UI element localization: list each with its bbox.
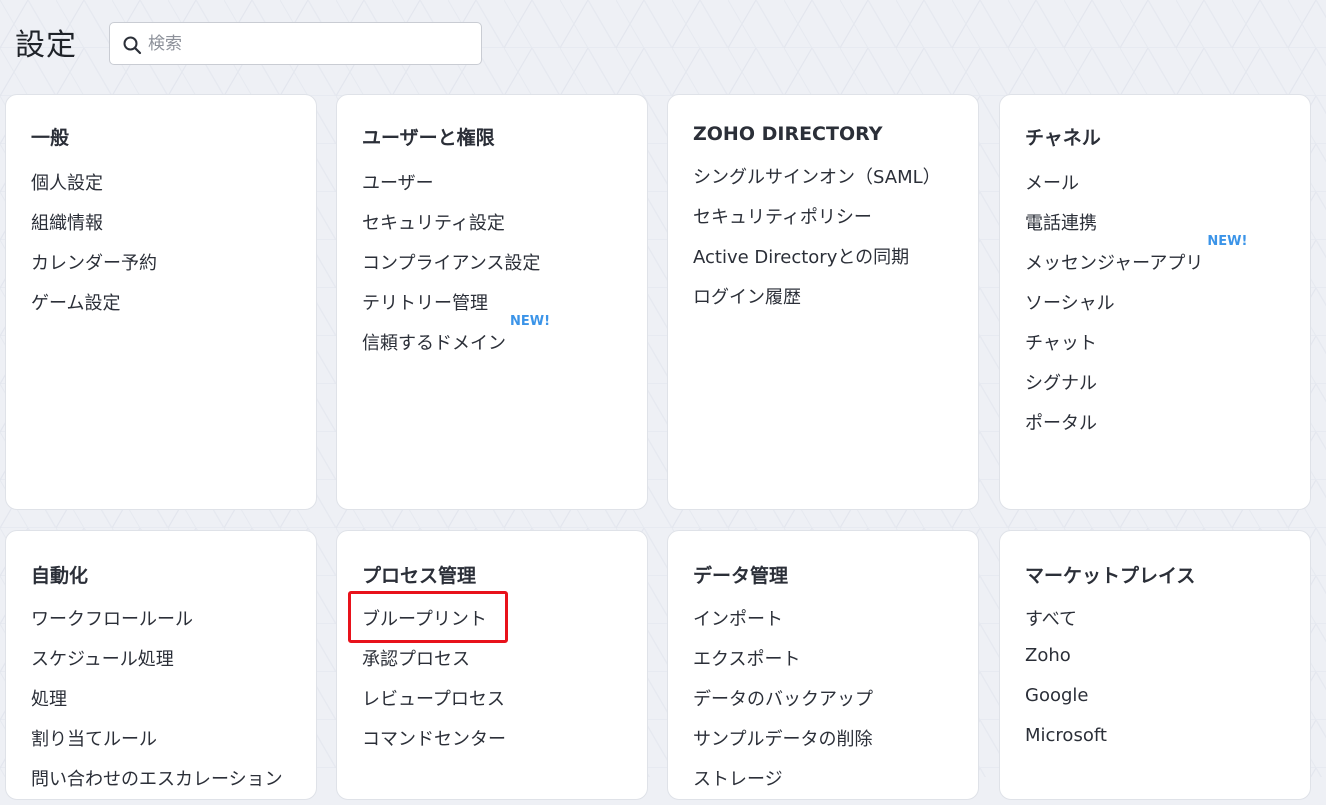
settings-link-review-process[interactable]: レビュープロセス	[362, 685, 506, 725]
settings-link-ad-sync[interactable]: Active Directoryとの同期	[693, 243, 941, 283]
settings-link-export[interactable]: エクスポート	[693, 645, 873, 685]
page-title: 設定	[15, 28, 77, 63]
settings-link-chat[interactable]: チャット	[1025, 329, 1203, 369]
card-title: マーケットプレイス	[1025, 565, 1196, 587]
card-item-list: インポート エクスポート データのバックアップ サンプルデータの削除 ストレージ	[693, 605, 873, 805]
card-item-list: ブループリント 承認プロセス レビュープロセス コマンドセンター	[362, 605, 506, 765]
search-box[interactable]	[109, 22, 482, 65]
card-title: ZOHO DIRECTORY	[693, 123, 883, 145]
settings-link-import[interactable]: インポート	[693, 605, 873, 645]
settings-link-remove-sample-data[interactable]: サンプルデータの削除	[693, 725, 873, 765]
settings-link-blueprint[interactable]: ブループリント	[362, 605, 506, 645]
settings-link-game[interactable]: ゲーム設定	[31, 289, 157, 329]
settings-link-command-center[interactable]: コマンドセンター	[362, 725, 506, 765]
card-title: 一般	[31, 127, 70, 149]
card-channels: チャネル メール 電話連携 メッセンジャーアプリ NEW! ソーシャル チャット …	[999, 94, 1311, 510]
card-title: ユーザーと権限	[362, 127, 495, 149]
card-title: チャネル	[1025, 127, 1101, 149]
card-item-list: ユーザー セキュリティ設定 コンプライアンス設定 テリトリー管理 信頼するドメイ…	[362, 169, 550, 369]
card-general: 一般 個人設定 組織情報 カレンダー予約 ゲーム設定	[5, 94, 317, 510]
settings-link-portals[interactable]: ポータル	[1025, 409, 1203, 449]
search-input[interactable]	[148, 29, 468, 59]
search-icon	[123, 36, 142, 55]
settings-link-sso-saml[interactable]: シングルサインオン（SAML）	[693, 163, 941, 203]
settings-link-personal[interactable]: 個人設定	[31, 169, 157, 209]
settings-link-login-history[interactable]: ログイン履歴	[693, 283, 941, 323]
settings-link-marketplace-microsoft[interactable]: Microsoft	[1025, 725, 1107, 765]
settings-link-org-info[interactable]: 組織情報	[31, 209, 157, 249]
settings-link-marketplace-all[interactable]: すべて	[1025, 605, 1107, 645]
card-automation: 自動化 ワークフロールール スケジュール処理 処理 割り当てルール 問い合わせの…	[5, 530, 317, 800]
card-users-permissions: ユーザーと権限 ユーザー セキュリティ設定 コンプライアンス設定 テリトリー管理…	[336, 94, 648, 510]
card-marketplace: マーケットプレイス すべて Zoho Google Microsoft	[999, 530, 1311, 800]
settings-link-storage[interactable]: ストレージ	[693, 765, 873, 805]
settings-link-approval-process[interactable]: 承認プロセス	[362, 645, 506, 685]
settings-link-compliance[interactable]: コンプライアンス設定	[362, 249, 540, 289]
card-data-management: データ管理 インポート エクスポート データのバックアップ サンプルデータの削除…	[667, 530, 979, 800]
new-badge: NEW!	[1207, 234, 1248, 249]
settings-link-telephony[interactable]: 電話連携	[1025, 209, 1203, 249]
card-title: プロセス管理	[362, 565, 477, 587]
settings-link-scheduled-actions[interactable]: スケジュール処理	[31, 645, 283, 685]
card-item-list: シングルサインオン（SAML） セキュリティポリシー Active Direct…	[693, 163, 941, 323]
settings-link-marketplace-zoho[interactable]: Zoho	[1025, 645, 1107, 685]
settings-link-case-escalation[interactable]: 問い合わせのエスカレーション	[31, 765, 283, 805]
settings-link-workflow-rules[interactable]: ワークフロールール	[31, 605, 283, 645]
settings-link-calendar-booking[interactable]: カレンダー予約	[31, 249, 157, 289]
settings-header: 設定	[0, 0, 1326, 90]
card-item-list: すべて Zoho Google Microsoft	[1025, 605, 1107, 765]
card-process-management: プロセス管理 ブループリント 承認プロセス レビュープロセス コマンドセンター	[336, 530, 648, 800]
settings-link-actions[interactable]: 処理	[31, 685, 283, 725]
settings-link-security[interactable]: セキュリティ設定	[362, 209, 540, 249]
card-item-list: メール 電話連携 メッセンジャーアプリ NEW! ソーシャル チャット シグナル …	[1025, 169, 1247, 449]
card-title: 自動化	[31, 565, 89, 587]
card-title: データ管理	[693, 565, 789, 587]
new-badge: NEW!	[510, 314, 551, 329]
card-zoho-directory: ZOHO DIRECTORY シングルサインオン（SAML） セキュリティポリシ…	[667, 94, 979, 510]
settings-link-trusted-domains[interactable]: 信頼するドメイン NEW!	[362, 314, 550, 369]
card-item-list: 個人設定 組織情報 カレンダー予約 ゲーム設定	[31, 169, 157, 329]
settings-link-marketplace-google[interactable]: Google	[1025, 685, 1107, 725]
settings-link-data-backup[interactable]: データのバックアップ	[693, 685, 873, 725]
settings-link-users[interactable]: ユーザー	[362, 169, 540, 209]
settings-link-social[interactable]: ソーシャル	[1025, 289, 1203, 329]
settings-link-assignment-rules[interactable]: 割り当てルール	[31, 725, 283, 765]
settings-link-email[interactable]: メール	[1025, 169, 1203, 209]
card-item-list: ワークフロールール スケジュール処理 処理 割り当てルール 問い合わせのエスカレ…	[31, 605, 283, 805]
settings-link-signals[interactable]: シグナル	[1025, 369, 1203, 409]
settings-link-security-policy[interactable]: セキュリティポリシー	[693, 203, 941, 243]
settings-link-messenger-apps[interactable]: メッセンジャーアプリ NEW!	[1025, 234, 1247, 289]
